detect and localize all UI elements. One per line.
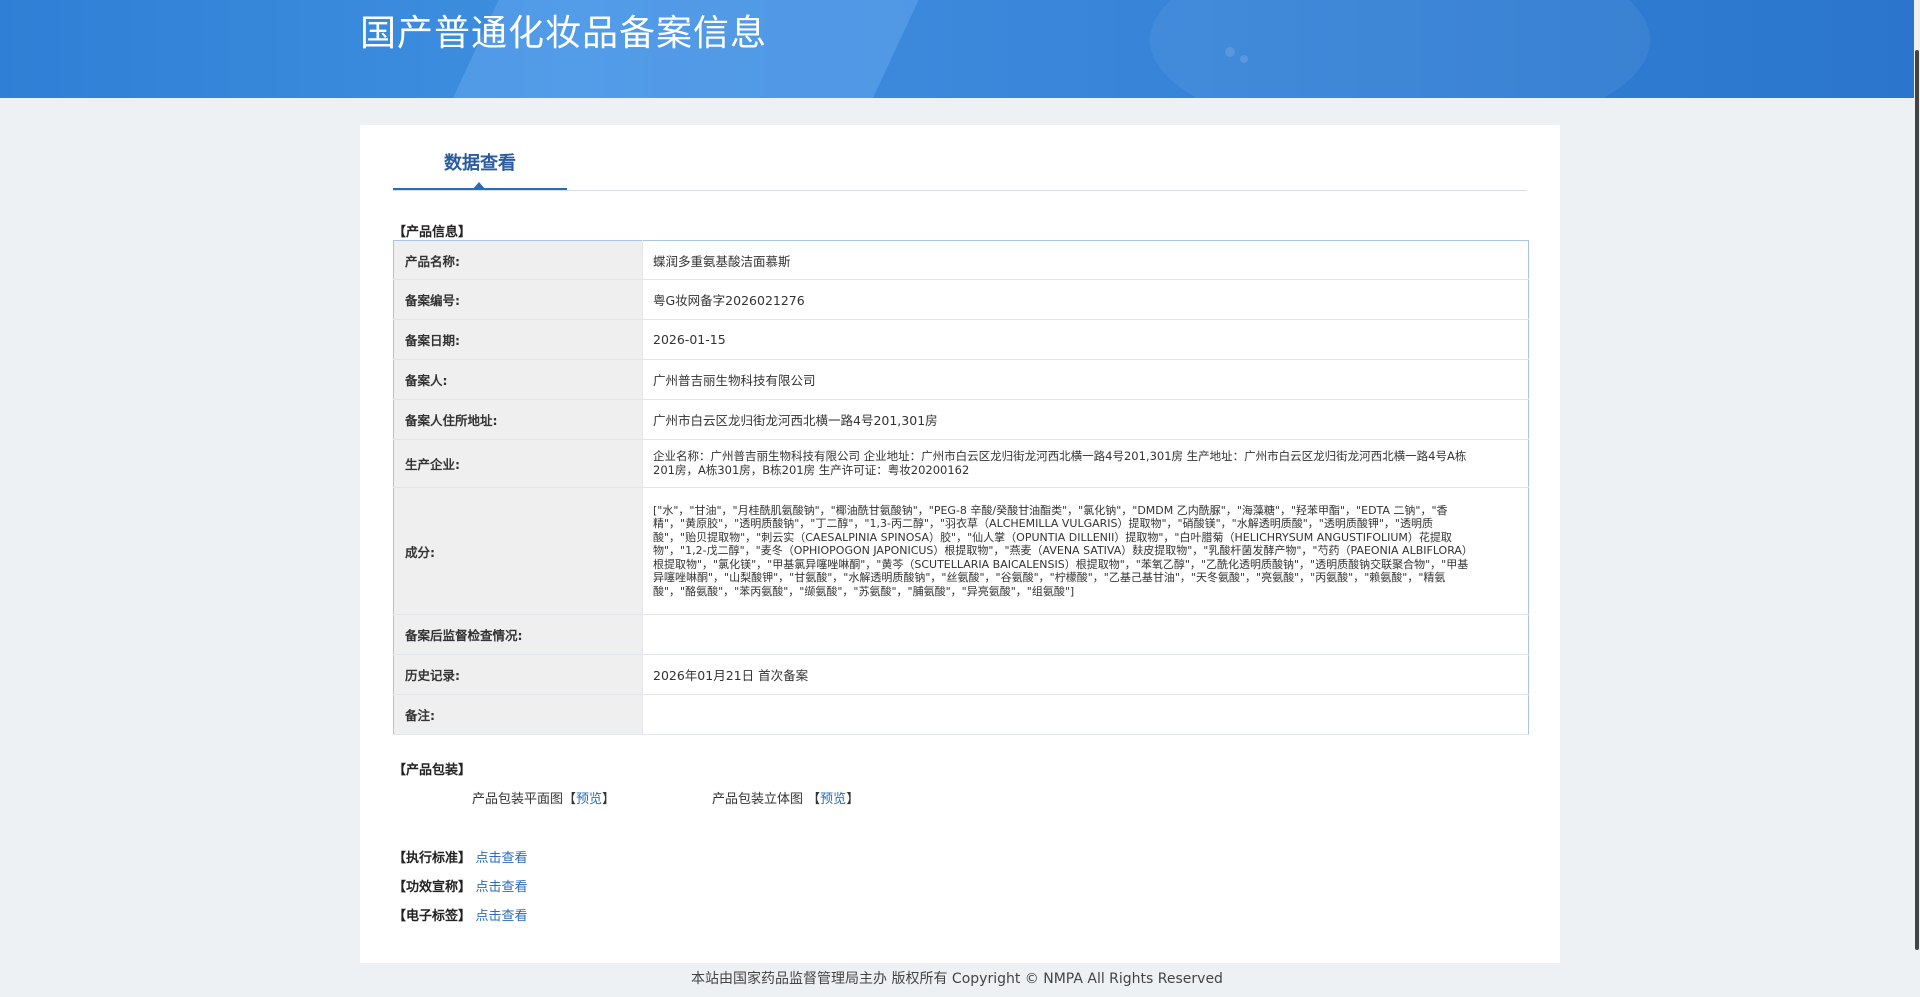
row-label: 备案人住所地址:: [393, 399, 643, 440]
tab-label: 数据查看: [444, 153, 516, 174]
tab-data-view[interactable]: 数据查看: [393, 148, 567, 190]
row-label: 生产企业:: [393, 439, 643, 488]
row-value: 蝶润多重氨基酸洁面慕斯: [642, 240, 1529, 280]
packaging-solid: 产品包装立体图 【预览】: [712, 788, 859, 807]
row-label: 备案人:: [393, 359, 643, 400]
e-label-row: 【电子标签】 点击查看: [393, 905, 528, 924]
row-value: 广州普吉丽生物科技有限公司: [642, 359, 1529, 400]
row-label: 备注:: [393, 694, 643, 735]
header-banner: 国产普通化妆品备案信息: [0, 0, 1914, 98]
efficacy-view-link[interactable]: 点击查看: [476, 880, 528, 895]
table-row: 生产企业: 企业名称：广州普吉丽生物科技有限公司 企业地址：广州市白云区龙归街龙河…: [393, 439, 1529, 488]
product-info-table: 产品名称: 蝶润多重氨基酸洁面慕斯 备案编号: 粤G妆网备字2026021276 备…: [393, 240, 1529, 735]
row-label: 历史记录:: [393, 654, 643, 695]
preview-flat-link[interactable]: 预览: [576, 792, 602, 807]
table-row: 备案编号: 粤G妆网备字2026021276: [393, 279, 1529, 320]
footer-copyright: 本站由国家药品监督管理局主办 版权所有 Copyright © NMPA All…: [691, 971, 1223, 987]
standard-label: 【执行标准】: [393, 851, 472, 866]
row-label: 备案后监督检查情况:: [393, 614, 643, 655]
product-info-title: 【产品信息】: [393, 225, 472, 240]
e-label-label: 【电子标签】: [393, 909, 472, 924]
table-row: 成分: ["水"，"甘油"，"月桂酰肌氨酸钠"，"椰油酰甘氨酸钠"，"PEG-8 …: [393, 487, 1529, 615]
bracket: 【: [807, 792, 821, 807]
row-value: [642, 614, 1529, 655]
e-label-view-link[interactable]: 点击查看: [476, 909, 528, 924]
table-row: 备案人住所地址: 广州市白云区龙归街龙河西北横一路4号201,301房: [393, 399, 1529, 440]
row-value: 2026-01-15: [642, 319, 1529, 360]
row-value: [642, 694, 1529, 735]
tab-caret-icon: [473, 182, 485, 189]
ingredients-value: ["水"，"甘油"，"月桂酰肌氨酸钠"，"椰油酰甘氨酸钠"，"PEG-8 辛酸/…: [642, 487, 1529, 615]
table-row: 备注:: [393, 694, 1529, 735]
page-title: 国产普通化妆品备案信息: [360, 13, 768, 54]
bracket: 【: [563, 792, 577, 807]
packaging-solid-label: 产品包装立体图: [712, 792, 804, 807]
standard-row: 【执行标准】 点击查看: [393, 847, 528, 866]
bracket: 】: [846, 792, 860, 807]
banner-decoration: [1240, 55, 1248, 63]
table-row: 备案日期: 2026-01-15: [393, 319, 1529, 360]
content-panel: 数据查看 【产品信息】 产品名称: 蝶润多重氨基酸洁面慕斯 备案编号: 粤G妆网备字…: [360, 125, 1560, 963]
banner-decoration: [1225, 47, 1235, 57]
row-label: 成分:: [393, 487, 643, 615]
packaging-flat: 产品包装平面图【预览】: [472, 788, 615, 807]
scrollbar-thumb[interactable]: [1915, 50, 1919, 950]
row-value: 广州市白云区龙归街龙河西北横一路4号201,301房: [642, 399, 1529, 440]
row-label: 备案编号:: [393, 279, 643, 320]
table-row: 备案人: 广州普吉丽生物科技有限公司: [393, 359, 1529, 400]
row-label: 备案日期:: [393, 319, 643, 360]
preview-solid-link[interactable]: 预览: [820, 792, 846, 807]
row-value: 企业名称：广州普吉丽生物科技有限公司 企业地址：广州市白云区龙归街龙河西北横一路…: [642, 439, 1529, 488]
efficacy-row: 【功效宣称】 点击查看: [393, 876, 528, 895]
efficacy-label: 【功效宣称】: [393, 880, 472, 895]
bracket: 】: [602, 792, 616, 807]
row-value: 2026年01月21日 首次备案: [642, 654, 1529, 695]
scrollbar[interactable]: [1914, 0, 1920, 997]
table-row: 历史记录: 2026年01月21日 首次备案: [393, 654, 1529, 695]
table-row: 产品名称: 蝶润多重氨基酸洁面慕斯: [393, 240, 1529, 280]
packaging-title: 【产品包装】: [393, 763, 472, 778]
standard-view-link[interactable]: 点击查看: [476, 851, 528, 866]
table-row: 备案后监督检查情况:: [393, 614, 1529, 655]
row-value: 粤G妆网备字2026021276: [642, 279, 1529, 320]
row-label: 产品名称:: [393, 240, 643, 280]
packaging-flat-label: 产品包装平面图: [472, 792, 564, 807]
tab-bar: 数据查看: [393, 148, 1527, 191]
